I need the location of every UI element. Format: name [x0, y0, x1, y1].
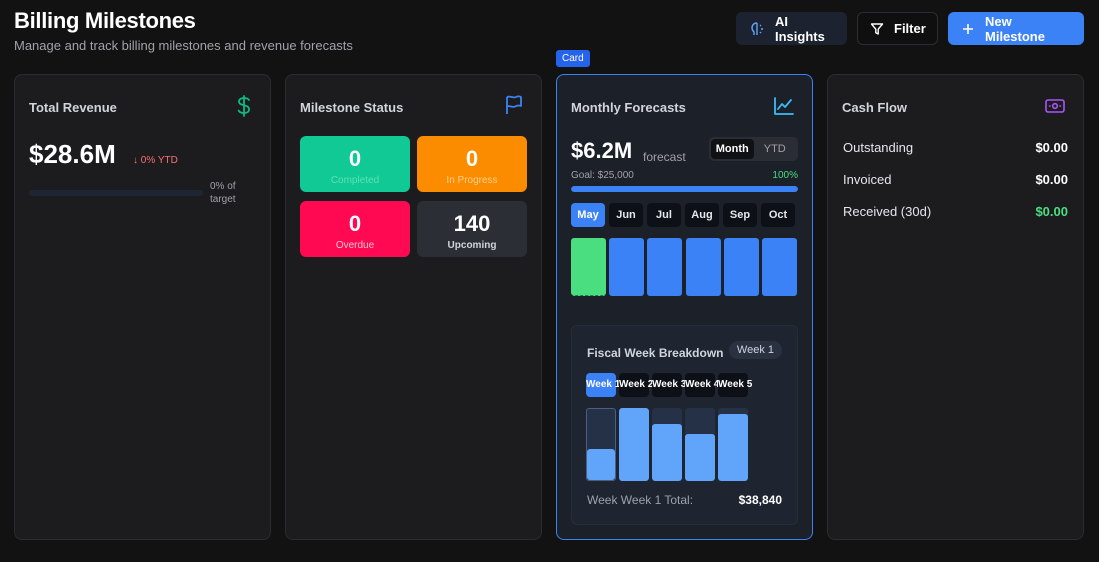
- goal-percent: 100%: [772, 170, 798, 181]
- status-label: Completed: [330, 175, 380, 186]
- month-bar-oct[interactable]: [762, 238, 797, 296]
- month-tab-sep[interactable]: Sep: [723, 203, 757, 227]
- goal-label: Goal: $25,000: [571, 170, 634, 181]
- week-bars: [586, 408, 756, 481]
- week-tab-3[interactable]: Week 3: [652, 373, 686, 397]
- forecast-unit: forecast: [643, 150, 686, 164]
- plus-icon: [963, 23, 973, 34]
- status-tile-upcoming[interactable]: 140 Upcoming: [417, 201, 527, 257]
- month-bar-may[interactable]: [571, 238, 606, 296]
- week-bar-fill: [619, 408, 649, 481]
- brain-sparkle-icon: [751, 21, 763, 35]
- status-tile-in-progress[interactable]: 0 In Progress: [417, 136, 527, 192]
- revenue-target-text: 0% of target: [210, 181, 236, 205]
- filter-label: Filter: [894, 21, 926, 36]
- month-bar-jul[interactable]: [647, 238, 683, 296]
- cashflow-row-received: Received (30d) $0.00: [843, 204, 1068, 219]
- status-label: Upcoming: [447, 240, 497, 251]
- week-bar-fill: [685, 434, 715, 481]
- week-tab-2[interactable]: Week 2: [619, 373, 653, 397]
- page-header: Billing Milestones Manage and track bill…: [14, 8, 353, 53]
- page-title: Billing Milestones: [14, 8, 196, 33]
- cashflow-value: $0.00: [1035, 172, 1068, 187]
- status-label: Overdue: [335, 240, 375, 251]
- month-tab-aug[interactable]: Aug: [685, 203, 719, 227]
- banknote-icon: [1045, 99, 1065, 118]
- cashflow-label: Invoiced: [843, 172, 892, 187]
- week-tab-5[interactable]: Week 5: [718, 373, 752, 397]
- total-revenue-card: Total Revenue $28.6M ↓ 0% YTD 0% of targ…: [14, 74, 271, 540]
- month-bars: [571, 238, 798, 296]
- week-bar-3[interactable]: [652, 408, 682, 481]
- forecast-amount: $6.2M: [571, 138, 633, 163]
- status-tile-overdue[interactable]: 0 Overdue: [300, 201, 410, 257]
- filter-button[interactable]: Filter: [857, 12, 938, 45]
- status-label: In Progress: [446, 175, 498, 186]
- toolbar: AI Insights Filter New Milestone: [736, 12, 1084, 45]
- cashflow-label: Received (30d): [843, 204, 932, 219]
- week-bar-4[interactable]: [685, 408, 715, 481]
- week-badge: Week 1: [728, 341, 782, 359]
- toggle-ytd[interactable]: YTD: [754, 139, 797, 159]
- filter-icon: [870, 22, 884, 35]
- status-count: 0: [465, 146, 479, 171]
- status-tile-completed[interactable]: 0 Completed: [300, 136, 410, 192]
- status-count: 0: [348, 146, 362, 171]
- cashflow-row-invoiced: Invoiced $0.00: [843, 172, 1068, 187]
- revenue-amount: $28.6M: [29, 139, 116, 169]
- new-milestone-button[interactable]: New Milestone: [948, 12, 1084, 45]
- week-tabs: Week 1 Week 2 Week 3 Week 4 Week 5: [586, 373, 752, 397]
- new-milestone-label: New Milestone: [985, 13, 1045, 44]
- card-title: Total Revenue: [29, 100, 117, 115]
- month-tab-jun[interactable]: Jun: [609, 203, 643, 227]
- card-title: Monthly Forecasts: [571, 100, 686, 115]
- revenue-change: ↓ 0% YTD: [133, 155, 178, 166]
- arrow-down-icon: ↓: [133, 155, 138, 166]
- month-bar-sep[interactable]: [723, 238, 759, 296]
- week-bar-fill: [718, 414, 748, 481]
- week-total-label: Week Week 1 Total:: [587, 493, 694, 507]
- week-bar-fill: [587, 449, 615, 480]
- period-toggle: Month YTD: [709, 137, 798, 161]
- week-bar-fill: [652, 424, 682, 481]
- month-tab-oct[interactable]: Oct: [761, 203, 795, 227]
- monthly-forecasts-card: Monthly Forecasts $6.2M forecast Month Y…: [556, 74, 813, 540]
- cashflow-value: $0.00: [1035, 140, 1068, 155]
- week-bar-1[interactable]: [586, 408, 616, 481]
- week-bar-2[interactable]: [619, 408, 649, 481]
- card-title: Cash Flow: [842, 100, 908, 115]
- card-title: Milestone Status: [300, 100, 404, 115]
- month-bar-aug[interactable]: [685, 238, 721, 296]
- cashflow-value: $0.00: [1035, 204, 1068, 219]
- fiscal-week-title: Fiscal Week Breakdown: [587, 346, 724, 360]
- revenue-change-text: 0% YTD: [140, 155, 178, 166]
- toggle-month[interactable]: Month: [711, 139, 754, 159]
- week-tab-1[interactable]: Week 1: [586, 373, 620, 397]
- month-tab-jul[interactable]: Jul: [647, 203, 681, 227]
- goal-progress-fill: [571, 186, 798, 192]
- goal-progress-bar: [571, 186, 798, 192]
- cash-flow-card: Cash Flow Outstanding $0.00 Invoiced $0.…: [827, 74, 1084, 540]
- month-tab-may[interactable]: May: [571, 203, 605, 227]
- ai-insights-label: AI Insights: [775, 13, 825, 44]
- week-total-value: $38,840: [738, 493, 782, 507]
- revenue-target-progress: [29, 190, 203, 196]
- cashflow-row-outstanding: Outstanding $0.00: [843, 140, 1068, 155]
- flag-icon: [505, 95, 523, 120]
- status-count: 0: [348, 211, 362, 236]
- milestone-status-card: Milestone Status 0 Completed 0 In Progre…: [285, 74, 542, 540]
- status-count: 140: [453, 211, 491, 236]
- line-chart-icon: [774, 97, 794, 120]
- dollar-icon: [236, 95, 252, 122]
- week-tab-4[interactable]: Week 4: [685, 373, 719, 397]
- cashflow-label: Outstanding: [843, 140, 914, 155]
- ai-insights-button[interactable]: AI Insights: [736, 12, 847, 45]
- fiscal-week-panel: Fiscal Week Breakdown Week 1 Week 1 Week …: [571, 325, 798, 525]
- month-bar-jun[interactable]: [609, 238, 645, 296]
- week-bar-5[interactable]: [718, 408, 748, 481]
- month-tabs: May Jun Jul Aug Sep Oct: [571, 203, 795, 227]
- card-tag: Card: [556, 50, 590, 67]
- page-subtitle: Manage and track billing milestones and …: [14, 38, 353, 53]
